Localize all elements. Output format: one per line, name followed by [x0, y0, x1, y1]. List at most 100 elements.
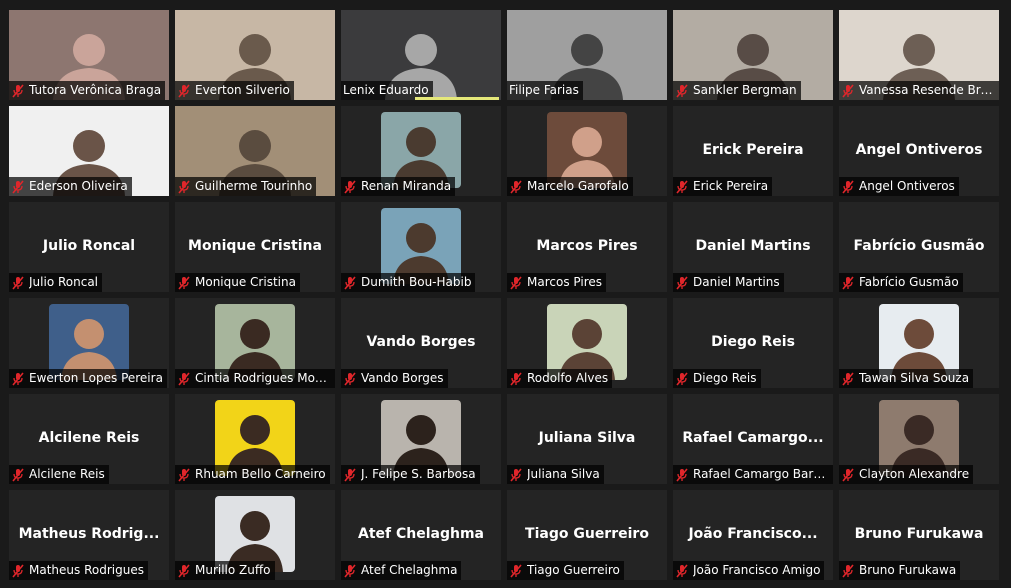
- muted-mic-icon: [509, 563, 523, 578]
- participant-name: Dumith Bou-Habib: [361, 275, 472, 289]
- participant-tile[interactable]: Everton Silverio: [175, 10, 335, 100]
- participant-name-label: Julio Roncal: [9, 273, 102, 292]
- participant-tile[interactable]: Murillo Zuffo: [175, 490, 335, 580]
- participant-name: Julio Roncal: [29, 275, 98, 289]
- participant-tile[interactable]: Julio Roncal Julio Roncal: [9, 202, 169, 292]
- participant-tile[interactable]: Fabrício Gusmão Fabrício Gusmão: [839, 202, 999, 292]
- participant-tile[interactable]: Rhuam Bello Carneiro: [175, 394, 335, 484]
- participant-tile[interactable]: Lenix Eduardo: [341, 10, 501, 100]
- speaking-indicator: [415, 97, 499, 100]
- participant-name-label: Ederson Oliveira: [9, 177, 132, 196]
- muted-mic-icon: [675, 275, 689, 290]
- participant-name: Alcilene Reis: [29, 467, 105, 481]
- muted-mic-icon: [11, 467, 25, 482]
- muted-mic-icon: [841, 83, 855, 98]
- participant-tile[interactable]: Monique Cristina Monique Cristina: [175, 202, 335, 292]
- participant-tile[interactable]: J. Felipe S. Barbosa: [341, 394, 501, 484]
- participant-name-label: Bruno Furukawa: [839, 561, 961, 580]
- participant-name-label: Juliana Silva: [507, 465, 604, 484]
- participant-tile[interactable]: Cintia Rodrigues Morais: [175, 298, 335, 388]
- participant-tile[interactable]: Guilherme Tourinho: [175, 106, 335, 196]
- participant-name: Sankler Bergman: [693, 83, 797, 97]
- participant-name: Angel Ontiveros: [859, 179, 955, 193]
- muted-mic-icon: [841, 563, 855, 578]
- muted-mic-icon: [841, 275, 855, 290]
- participant-name-label: Angel Ontiveros: [839, 177, 959, 196]
- muted-mic-icon: [343, 371, 357, 386]
- participant-name-label: Tutora Verônica Braga: [9, 81, 166, 100]
- participant-tile[interactable]: Filipe Farias: [507, 10, 667, 100]
- participant-tile[interactable]: Ewerton Lopes Pereira: [9, 298, 169, 388]
- participant-tile[interactable]: Clayton Alexandre: [839, 394, 999, 484]
- participant-tile[interactable]: Renan Miranda: [341, 106, 501, 196]
- participant-tile[interactable]: João Francisco... João Francisco Amigo: [673, 490, 833, 580]
- participant-display-name: Vando Borges: [366, 334, 476, 350]
- muted-mic-icon: [177, 467, 191, 482]
- participant-name-label: Everton Silverio: [175, 81, 294, 100]
- participant-name: Clayton Alexandre: [859, 467, 970, 481]
- participant-name-label: Murillo Zuffo: [175, 561, 275, 580]
- muted-mic-icon: [343, 563, 357, 578]
- participant-name-label: Vando Borges: [341, 369, 448, 388]
- participant-name-label: Rodolfo Alves: [507, 369, 613, 388]
- participant-name-label: Vanessa Resende Brecht: [839, 81, 999, 100]
- participant-tile[interactable]: Marcos Pires Marcos Pires: [507, 202, 667, 292]
- participant-tile[interactable]: Erick Pereira Erick Pereira: [673, 106, 833, 196]
- participant-tile[interactable]: Marcelo Garofalo: [507, 106, 667, 196]
- participant-name-label: Fabrício Gusmão: [839, 273, 963, 292]
- participant-name: Tiago Guerreiro: [527, 563, 620, 577]
- muted-mic-icon: [11, 371, 25, 386]
- participant-tile[interactable]: Atef Chelaghma Atef Chelaghma: [341, 490, 501, 580]
- participant-tile[interactable]: Tiago Guerreiro Tiago Guerreiro: [507, 490, 667, 580]
- participant-tile[interactable]: Daniel Martins Daniel Martins: [673, 202, 833, 292]
- participant-name-label: Tiago Guerreiro: [507, 561, 624, 580]
- participant-name: Tutora Verônica Braga: [29, 83, 162, 97]
- participant-name: Rhuam Bello Carneiro: [195, 467, 326, 481]
- muted-mic-icon: [675, 83, 689, 98]
- participant-name: Bruno Furukawa: [859, 563, 957, 577]
- participant-name: Ewerton Lopes Pereira: [29, 371, 163, 385]
- participant-display-name: Alcilene Reis: [38, 430, 140, 446]
- participant-name: Diego Reis: [693, 371, 757, 385]
- participant-name-label: Sankler Bergman: [673, 81, 801, 100]
- participant-name: Marcos Pires: [527, 275, 602, 289]
- participant-tile[interactable]: Diego Reis Diego Reis: [673, 298, 833, 388]
- participant-name: Juliana Silva: [527, 467, 600, 481]
- participant-tile[interactable]: Rafael Camargo... Rafael Camargo Barbosa: [673, 394, 833, 484]
- participant-name-label: Cintia Rodrigues Morais: [175, 369, 335, 388]
- participant-tile[interactable]: Alcilene Reis Alcilene Reis: [9, 394, 169, 484]
- participant-name: Murillo Zuffo: [195, 563, 271, 577]
- participant-name: Filipe Farias: [509, 83, 579, 97]
- muted-mic-icon: [509, 179, 523, 194]
- participant-tile[interactable]: Angel Ontiveros Angel Ontiveros: [839, 106, 999, 196]
- participant-tile[interactable]: Rodolfo Alves: [507, 298, 667, 388]
- participant-tile[interactable]: Juliana Silva Juliana Silva: [507, 394, 667, 484]
- participant-tile[interactable]: Matheus Rodrig... Matheus Rodrigues: [9, 490, 169, 580]
- participant-name: Vando Borges: [361, 371, 444, 385]
- muted-mic-icon: [177, 275, 191, 290]
- participant-name-label: Dumith Bou-Habib: [341, 273, 476, 292]
- participant-tile[interactable]: Vanessa Resende Brecht: [839, 10, 999, 100]
- muted-mic-icon: [177, 563, 191, 578]
- participant-display-name: Diego Reis: [711, 334, 795, 350]
- participant-tile[interactable]: Tawan Silva Souza: [839, 298, 999, 388]
- participant-tile[interactable]: Ederson Oliveira: [9, 106, 169, 196]
- participant-name-label: Filipe Farias: [507, 81, 583, 100]
- participant-display-name: Bruno Furukawa: [854, 526, 984, 542]
- participant-name: Rodolfo Alves: [527, 371, 609, 385]
- participant-tile[interactable]: Dumith Bou-Habib: [341, 202, 501, 292]
- muted-mic-icon: [177, 371, 191, 386]
- participant-display-name: Daniel Martins: [695, 238, 811, 254]
- participant-tile[interactable]: Vando Borges Vando Borges: [341, 298, 501, 388]
- participant-tile[interactable]: Tutora Verônica Braga: [9, 10, 169, 100]
- participant-name-label: Daniel Martins: [673, 273, 784, 292]
- participant-name: Rafael Camargo Barbosa: [693, 467, 829, 481]
- muted-mic-icon: [675, 563, 689, 578]
- participant-name: Guilherme Tourinho: [195, 179, 313, 193]
- participant-tile[interactable]: Sankler Bergman: [673, 10, 833, 100]
- participant-name-label: Clayton Alexandre: [839, 465, 974, 484]
- participant-name-label: Atef Chelaghma: [341, 561, 462, 580]
- participant-tile[interactable]: Bruno Furukawa Bruno Furukawa: [839, 490, 999, 580]
- participant-display-name: Angel Ontiveros: [855, 142, 983, 158]
- participant-name-label: Marcos Pires: [507, 273, 606, 292]
